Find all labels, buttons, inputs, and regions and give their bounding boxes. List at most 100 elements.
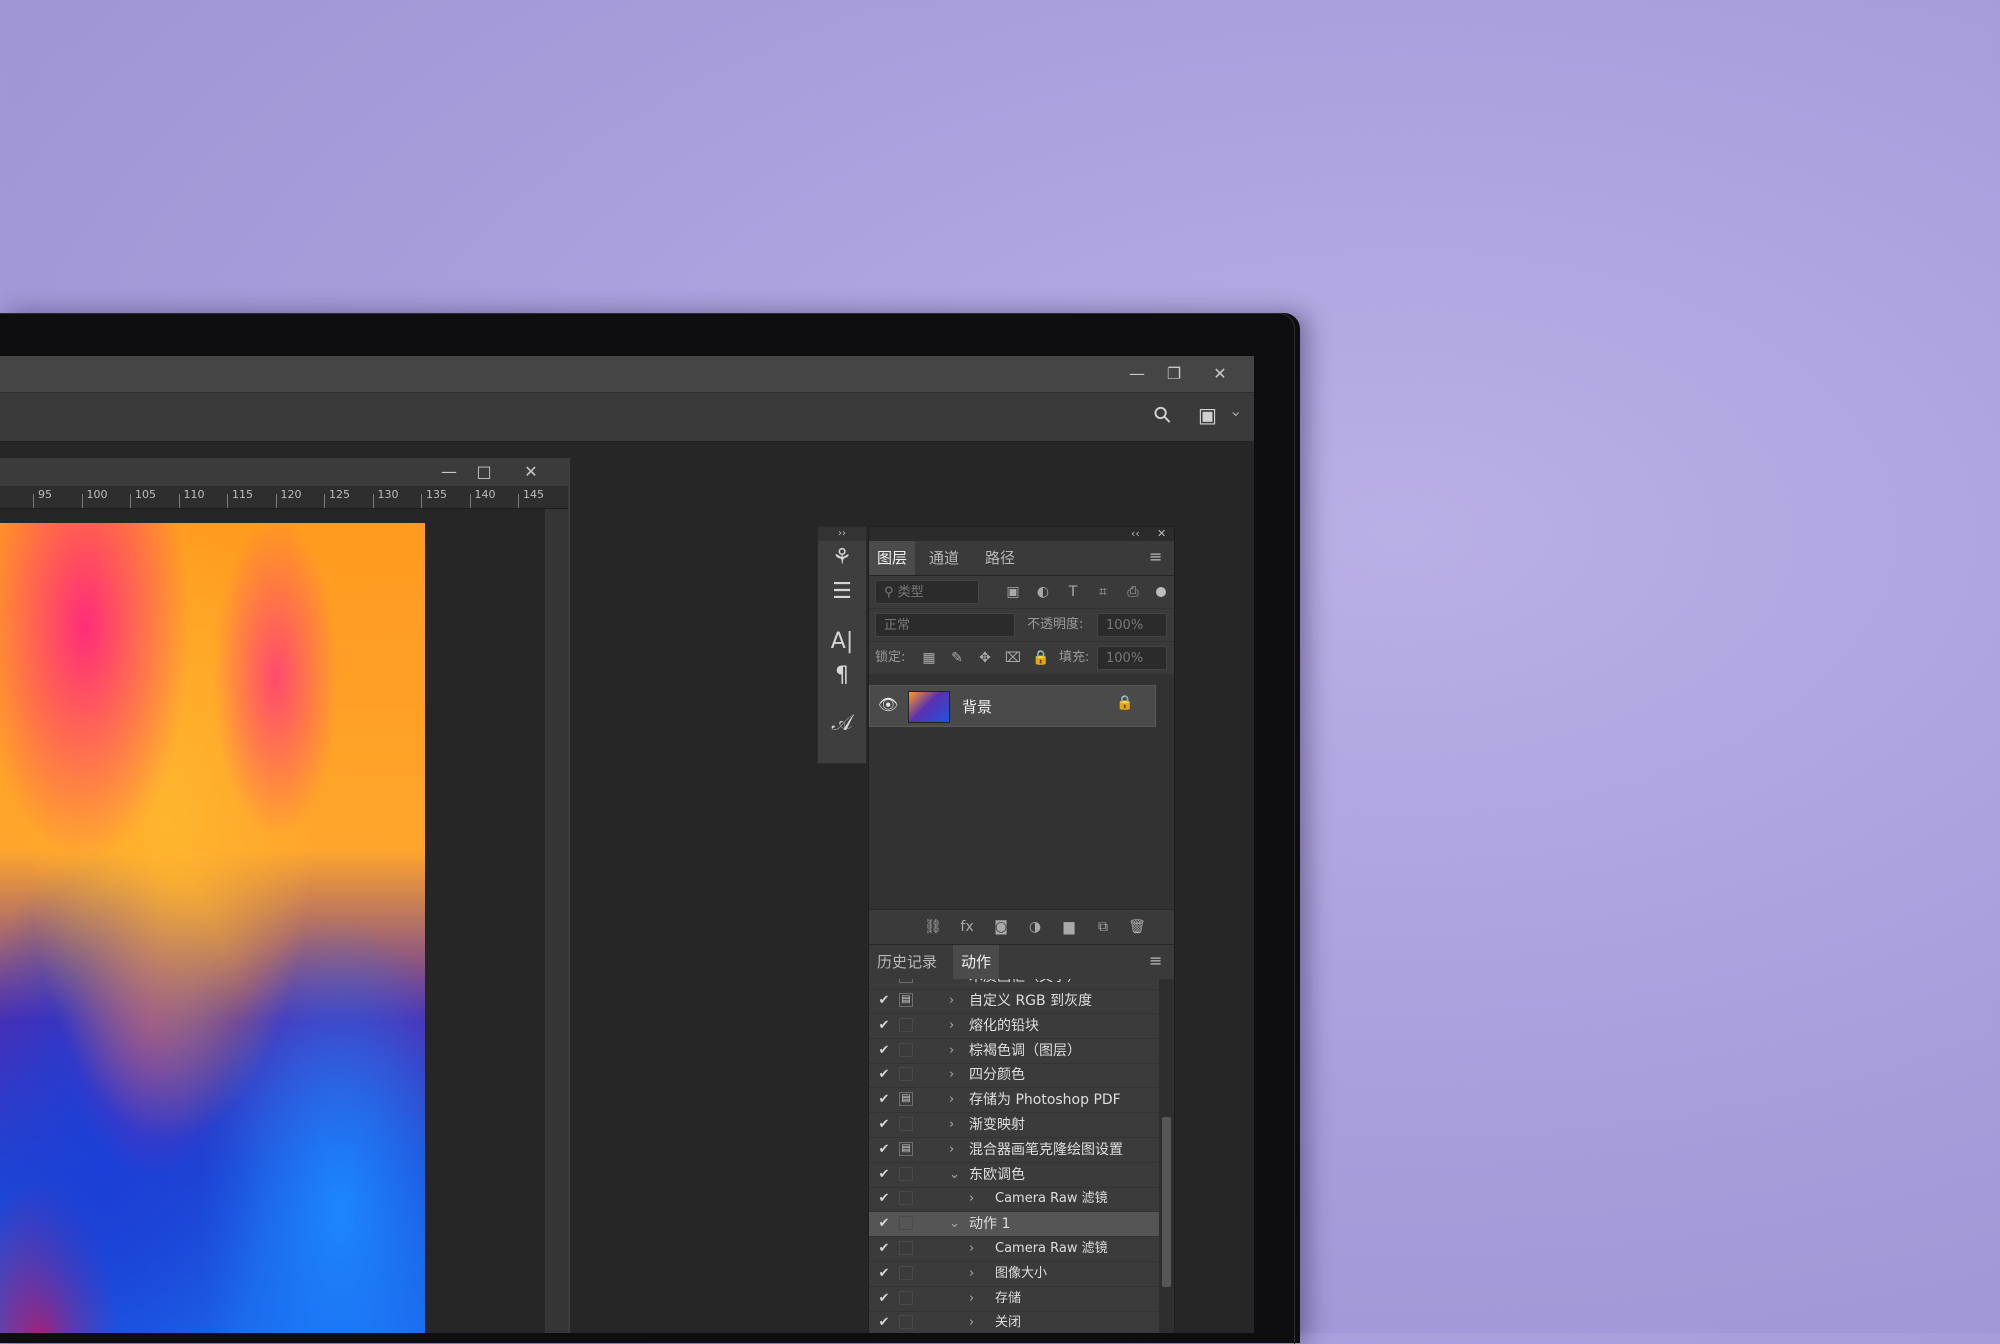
collapse-icon[interactable]: ‹‹ xyxy=(1131,527,1140,540)
check-icon[interactable]: ✔ xyxy=(875,1262,893,1286)
dialog-toggle[interactable] xyxy=(899,1216,913,1231)
check-icon[interactable]: ✔ xyxy=(875,1039,893,1063)
action-item[interactable]: ✔ ▤ › 自定义 RGB 到灰度 xyxy=(869,989,1159,1014)
chevron-down-icon[interactable]: ⌄ xyxy=(949,1163,960,1187)
adjustments-icon[interactable]: ☰ xyxy=(818,575,866,609)
chevron-right-icon[interactable]: › xyxy=(949,1088,954,1112)
check-icon[interactable]: ✔ xyxy=(875,1187,893,1211)
adjustment-layer-icon[interactable]: ◑ xyxy=(1023,910,1047,944)
tab-channels[interactable]: 通道 xyxy=(921,541,967,575)
actions-scroll-thumb[interactable] xyxy=(1162,1117,1171,1287)
folder-icon[interactable]: ▆ xyxy=(1057,910,1081,944)
action-item[interactable]: ✔ › Camera Raw 滤镜 xyxy=(869,1187,1159,1213)
search-icon[interactable]: ⚲ xyxy=(1149,401,1178,430)
action-item[interactable]: ✔ › 关闭 xyxy=(869,1311,1159,1333)
iconbar-grip[interactable]: ›› xyxy=(818,527,866,541)
smartobject-filter-icon[interactable]: ⎙ xyxy=(1121,576,1145,608)
chevron-right-icon[interactable]: › xyxy=(969,1287,974,1311)
lock-all-icon[interactable]: 🔒 xyxy=(1029,642,1053,674)
filter-kind-select[interactable]: ⚲ 类型 xyxy=(875,580,979,604)
action-item[interactable]: ✔ ▤ › 存储为 Photoshop PDF xyxy=(869,1088,1159,1114)
image-filter-icon[interactable]: ▣ xyxy=(1001,576,1025,608)
lock-pixels-icon[interactable]: ✎ xyxy=(945,642,969,674)
check-icon[interactable]: ✔ xyxy=(875,1163,893,1187)
fill-field[interactable]: 100% xyxy=(1097,646,1167,670)
horizontal-ruler[interactable]: 95 100 105 110 115 120 125 130 135 140 145 xyxy=(0,486,568,509)
action-item[interactable]: ✔ › 棕褐色调（图层） xyxy=(869,1039,1159,1064)
filter-toggle[interactable] xyxy=(1156,587,1166,597)
chevron-down-icon[interactable]: ⌄ xyxy=(949,1212,960,1236)
check-icon[interactable]: ✔ xyxy=(875,1212,893,1236)
check-icon[interactable]: ✔ xyxy=(875,1088,893,1112)
dialog-toggle[interactable] xyxy=(899,1290,913,1305)
action-item[interactable]: ✔ › Camera Raw 滤镜 xyxy=(869,1237,1159,1262)
check-icon[interactable]: ✔ xyxy=(875,1113,893,1137)
dialog-toggle[interactable] xyxy=(899,1241,913,1255)
doc-scrollbar[interactable] xyxy=(545,509,568,1333)
glyphs-icon[interactable]: 𝒜 xyxy=(818,707,866,741)
brush-presets-icon[interactable]: ⚘ xyxy=(818,541,866,575)
dialog-toggle[interactable] xyxy=(899,1017,913,1032)
adjustment-filter-icon[interactable]: ◐ xyxy=(1031,576,1055,608)
doc-minimize-button[interactable]: — xyxy=(432,458,466,486)
panel-close-icon[interactable]: ✕ xyxy=(1157,527,1166,540)
fx-icon[interactable]: fx xyxy=(955,910,979,944)
chevron-right-icon[interactable]: › xyxy=(949,1138,954,1162)
check-icon[interactable]: ✔ xyxy=(875,1063,893,1087)
check-icon[interactable]: ✔ xyxy=(875,1311,893,1333)
check-icon[interactable]: ✔ xyxy=(875,1138,893,1162)
workspace-icon[interactable]: ▣ xyxy=(1198,403,1217,427)
lock-transparent-icon[interactable]: ▦ xyxy=(917,642,941,674)
dialog-toggle[interactable] xyxy=(899,1315,913,1330)
restore-button[interactable]: ❐ xyxy=(1157,359,1191,389)
dialog-toggle[interactable] xyxy=(899,1042,913,1057)
shape-filter-icon[interactable]: ⌗ xyxy=(1091,576,1115,608)
dialog-toggle[interactable] xyxy=(899,1067,913,1082)
chevron-right-icon[interactable]: › xyxy=(949,1014,954,1038)
paragraph-icon[interactable]: ¶ xyxy=(818,659,866,693)
action-item[interactable]: ✔ ⌄ 东欧调色 xyxy=(869,1163,1159,1188)
minimize-button[interactable]: — xyxy=(1120,359,1154,389)
dialog-toggle[interactable] xyxy=(899,1191,913,1206)
chevron-right-icon[interactable]: › xyxy=(949,989,954,1013)
tab-layers[interactable]: 图层 xyxy=(869,541,916,575)
mask-icon[interactable]: ◙ xyxy=(989,910,1013,944)
check-icon[interactable]: ✔ xyxy=(875,979,893,989)
dialog-toggle[interactable] xyxy=(899,1117,913,1131)
dialog-toggle[interactable]: ▤ xyxy=(899,1141,913,1156)
new-layer-icon[interactable]: ⧉ xyxy=(1091,910,1115,944)
lock-position-icon[interactable]: ✥ xyxy=(973,642,997,674)
layer-row[interactable]: 👁 背景 🔒 xyxy=(869,685,1156,727)
action-item[interactable]: ✔ › 四分颜色 xyxy=(869,1063,1159,1089)
action-item[interactable]: ✔ › 图像大小 xyxy=(869,1262,1159,1287)
dialog-toggle[interactable] xyxy=(899,979,913,983)
action-item[interactable]: ✔ › 熔化的铅块 xyxy=(869,1014,1159,1039)
tab-history[interactable]: 历史记录 xyxy=(869,945,945,979)
chevron-right-icon[interactable]: › xyxy=(949,1113,954,1137)
dialog-toggle[interactable]: ▤ xyxy=(899,1092,913,1107)
character-icon[interactable]: A| xyxy=(818,625,866,659)
lock-artboard-icon[interactable]: ⌧ xyxy=(1001,642,1025,674)
dialog-toggle[interactable]: ▤ xyxy=(899,993,913,1007)
menu-icon[interactable]: ≡ xyxy=(1149,547,1162,566)
doc-close-button[interactable]: ✕ xyxy=(514,458,548,486)
eye-icon[interactable]: 👁 xyxy=(878,695,898,714)
check-icon[interactable]: ✔ xyxy=(875,1014,893,1038)
opacity-field[interactable]: 100% xyxy=(1097,613,1167,637)
check-icon[interactable]: ✔ xyxy=(875,1287,893,1311)
dialog-toggle[interactable] xyxy=(899,1166,913,1181)
action-item[interactable]: ✔ › 渐变映射 xyxy=(869,1113,1159,1138)
chevron-right-icon[interactable]: › xyxy=(969,1237,974,1261)
chevron-right-icon[interactable]: › xyxy=(949,1039,954,1063)
link-icon[interactable]: ⛓ xyxy=(921,910,945,944)
actions-menu-icon[interactable]: ≡ xyxy=(1149,951,1162,970)
check-icon[interactable]: ✔ xyxy=(875,1237,893,1261)
chevron-right-icon[interactable]: › xyxy=(969,1311,974,1333)
action-item[interactable]: ✔ › 存储 xyxy=(869,1287,1159,1312)
tab-actions[interactable]: 动作 xyxy=(953,945,1000,979)
canvas-painting[interactable] xyxy=(0,523,425,1333)
chevron-right-icon[interactable]: › xyxy=(949,979,954,989)
action-item[interactable]: ✔ ⌄ 动作 1 xyxy=(869,1212,1159,1238)
trash-icon[interactable]: 🗑 xyxy=(1125,910,1149,944)
close-button[interactable]: ✕ xyxy=(1203,359,1237,389)
